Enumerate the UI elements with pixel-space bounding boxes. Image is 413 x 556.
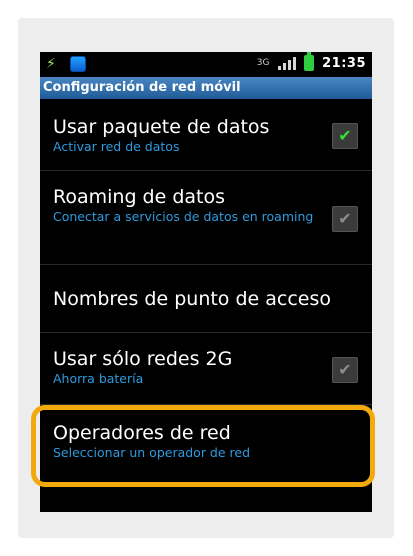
checkbox[interactable]: ✔	[332, 122, 358, 149]
setting-title: Roaming de datos	[53, 186, 226, 208]
setting-subtitle: Ahorra batería	[53, 371, 144, 386]
network-type-icon: 3G	[256, 57, 270, 68]
checkbox[interactable]: ✔	[332, 356, 358, 383]
highlight-outline	[31, 405, 375, 487]
status-bar: ⚡ 3G 21:35	[40, 52, 372, 77]
setting-title: Nombres de punto de acceso	[53, 288, 332, 310]
screen-title: Configuración de red móvil	[40, 77, 372, 99]
setting-usar-paquete-de-datos[interactable]: Usar paquete de datos Activar red de dat…	[40, 99, 372, 171]
clock: 21:35	[322, 55, 366, 71]
battery-icon	[304, 52, 315, 71]
check-icon: ✔	[338, 125, 352, 145]
setting-title: Usar paquete de datos	[53, 116, 270, 138]
check-icon: ✔	[338, 359, 352, 379]
sync-icon	[70, 56, 86, 72]
signal-icon	[278, 56, 297, 70]
setting-usar-solo-redes-2g[interactable]: Usar sólo redes 2G Ahorra batería ✔	[40, 333, 372, 405]
setting-subtitle: Activar red de datos	[53, 139, 180, 154]
setting-nombres-de-punto-de-acceso[interactable]: Nombres de punto de acceso	[40, 265, 372, 333]
checkbox[interactable]: ✔	[332, 205, 358, 232]
setting-subtitle: Conectar a servicios de datos en roaming	[53, 209, 314, 224]
check-icon: ✔	[338, 208, 352, 228]
setting-roaming-de-datos[interactable]: Roaming de datos Conectar a servicios de…	[40, 171, 372, 265]
setting-title: Usar sólo redes 2G	[53, 348, 233, 370]
usb-icon: ⚡	[46, 56, 56, 72]
